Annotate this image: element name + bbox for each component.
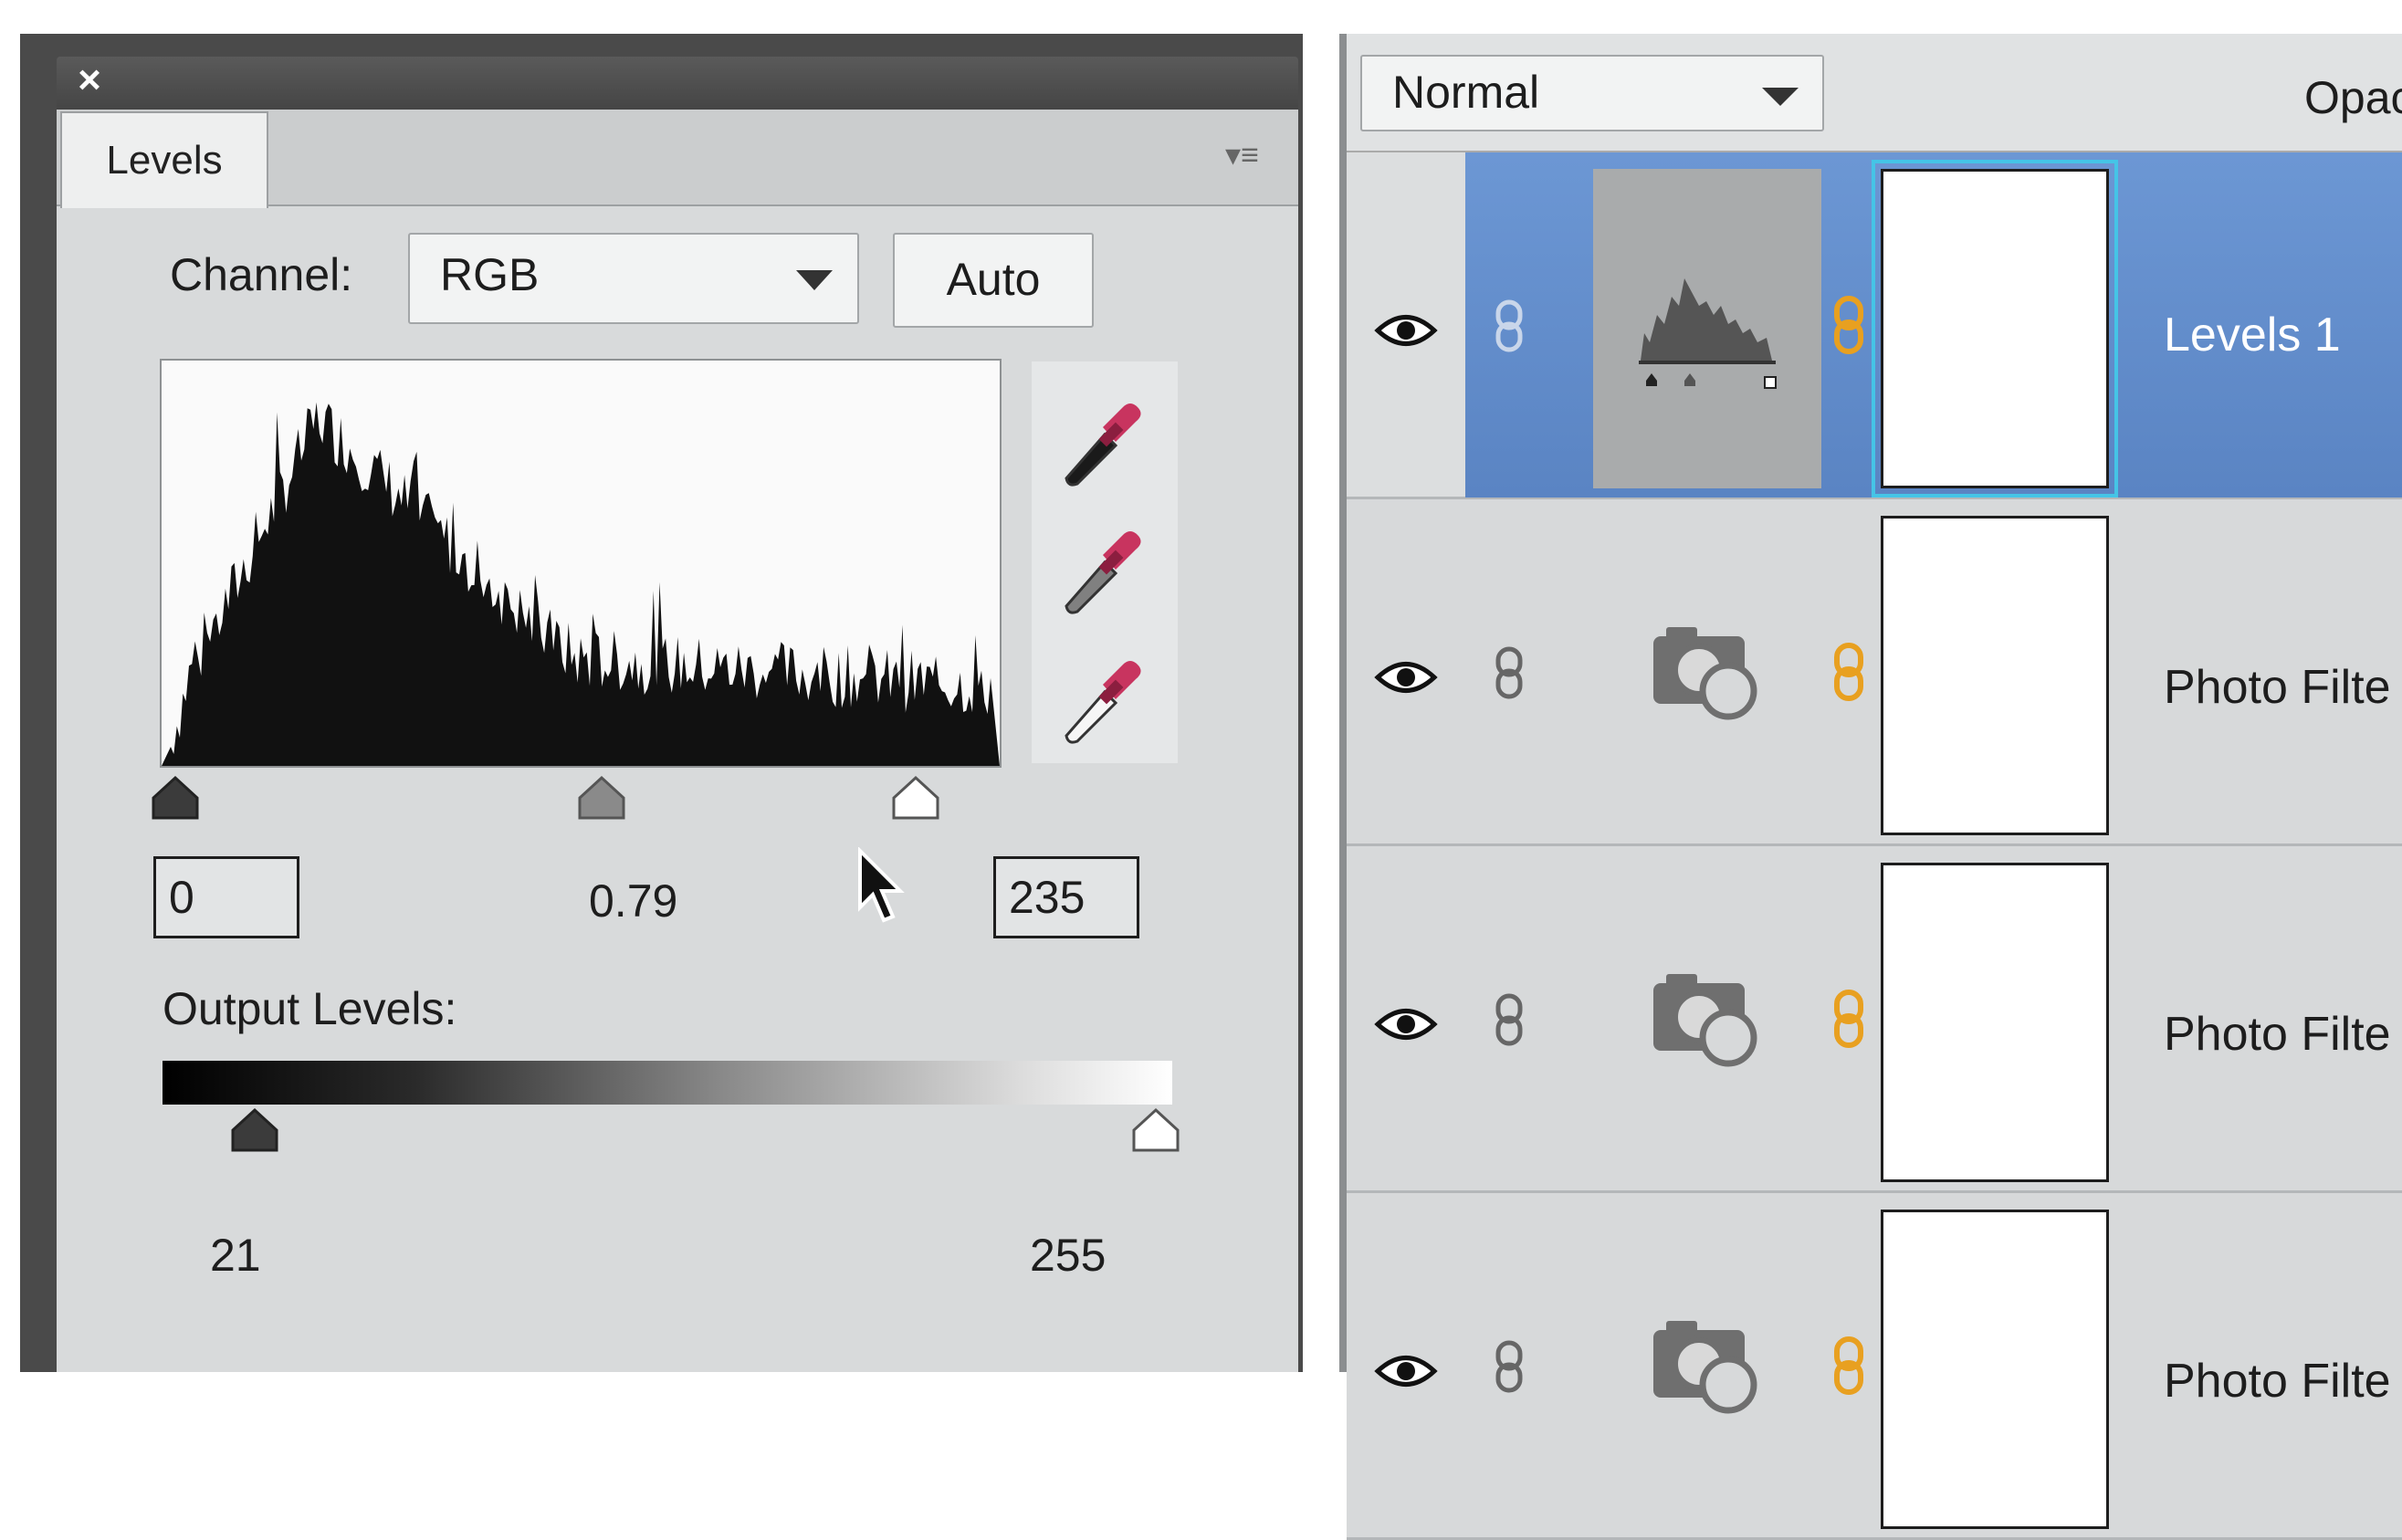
gray-eyedropper-icon[interactable] [1050, 509, 1159, 619]
panel-divider [1339, 34, 1347, 1372]
output-black-slider[interactable] [229, 1106, 280, 1154]
chevron-down-icon[interactable] [796, 270, 833, 290]
layer-row-levels[interactable]: Levels 1 [1347, 152, 2402, 499]
input-white-slider[interactable] [890, 774, 941, 822]
layer-name[interactable]: Photo Filte [2164, 1354, 2391, 1409]
tab-levels[interactable]: Levels [60, 111, 268, 208]
opacity-label: Opac [2304, 72, 2402, 123]
eye-icon[interactable] [1374, 655, 1438, 700]
layer-name[interactable]: Levels 1 [2164, 308, 2341, 362]
layer-name[interactable]: Photo Filte [2164, 1007, 2391, 1062]
white-eyedropper-icon[interactable] [1050, 639, 1159, 749]
eye-icon[interactable] [1374, 1001, 1438, 1047]
input-gamma-slider[interactable] [576, 774, 627, 822]
layer-name[interactable]: Photo Filte [2164, 660, 2391, 715]
layer-row-photo-filter[interactable]: Photo Filte [1347, 499, 2402, 846]
input-black-slider[interactable] [150, 774, 201, 822]
histogram-icon [1639, 278, 1777, 389]
mouse-cursor-icon [856, 846, 911, 934]
layer-mask-thumbnail[interactable] [1881, 1210, 2109, 1529]
mask-link-icon[interactable] [1830, 642, 1867, 702]
levels-panel-titlebar[interactable] [57, 57, 1298, 110]
histogram-shape [162, 402, 1000, 766]
channel-value: RGB [440, 249, 540, 300]
mask-link-icon[interactable] [1830, 989, 1867, 1049]
eyedropper-group [1032, 361, 1178, 763]
chain-link-icon[interactable] [1493, 299, 1526, 353]
camera-icon [1653, 1321, 1757, 1414]
mask-link-icon[interactable] [1830, 1336, 1867, 1396]
chain-link-icon[interactable] [1493, 992, 1526, 1047]
layer-mask-thumbnail[interactable] [1881, 863, 2109, 1182]
output-white-slider[interactable] [1130, 1106, 1181, 1154]
chain-link-icon[interactable] [1493, 645, 1526, 700]
layer-row-photo-filter[interactable]: Photo Filte [1347, 1193, 2402, 1540]
output-black-value[interactable]: 21 [210, 1229, 261, 1282]
camera-icon [1653, 627, 1757, 720]
layer-mask-thumbnail[interactable] [1872, 160, 2118, 498]
output-white-value[interactable]: 255 [1030, 1229, 1106, 1282]
eye-icon[interactable] [1374, 308, 1438, 353]
input-black-field[interactable]: 0 [153, 856, 299, 938]
mask-link-icon[interactable] [1830, 295, 1867, 355]
eye-icon[interactable] [1374, 1348, 1438, 1394]
input-gamma-value[interactable]: 0.79 [589, 875, 677, 927]
layer-mask-thumbnail[interactable] [1881, 516, 2109, 835]
histogram-graph [162, 402, 1000, 766]
output-gradient-bar [163, 1061, 1172, 1105]
layer-row-photo-filter[interactable]: Photo Filte [1347, 846, 2402, 1193]
histogram [160, 359, 1002, 768]
camera-icon [1653, 974, 1757, 1067]
chevron-down-icon[interactable] [1762, 88, 1799, 106]
black-eyedropper-icon[interactable] [1050, 382, 1159, 491]
chain-link-icon[interactable] [1493, 1339, 1526, 1394]
output-levels-label: Output Levels: [163, 983, 457, 1034]
levels-adjustment-thumbnail [1593, 169, 1821, 488]
panel-menu-icon[interactable]: ▾≡ [1225, 137, 1287, 173]
input-white-field[interactable]: 235 [993, 856, 1139, 938]
close-icon[interactable]: × [71, 60, 108, 100]
blend-mode-value: Normal [1392, 67, 1540, 118]
auto-button[interactable]: Auto [893, 233, 1094, 328]
channel-label: Channel: [170, 249, 353, 300]
